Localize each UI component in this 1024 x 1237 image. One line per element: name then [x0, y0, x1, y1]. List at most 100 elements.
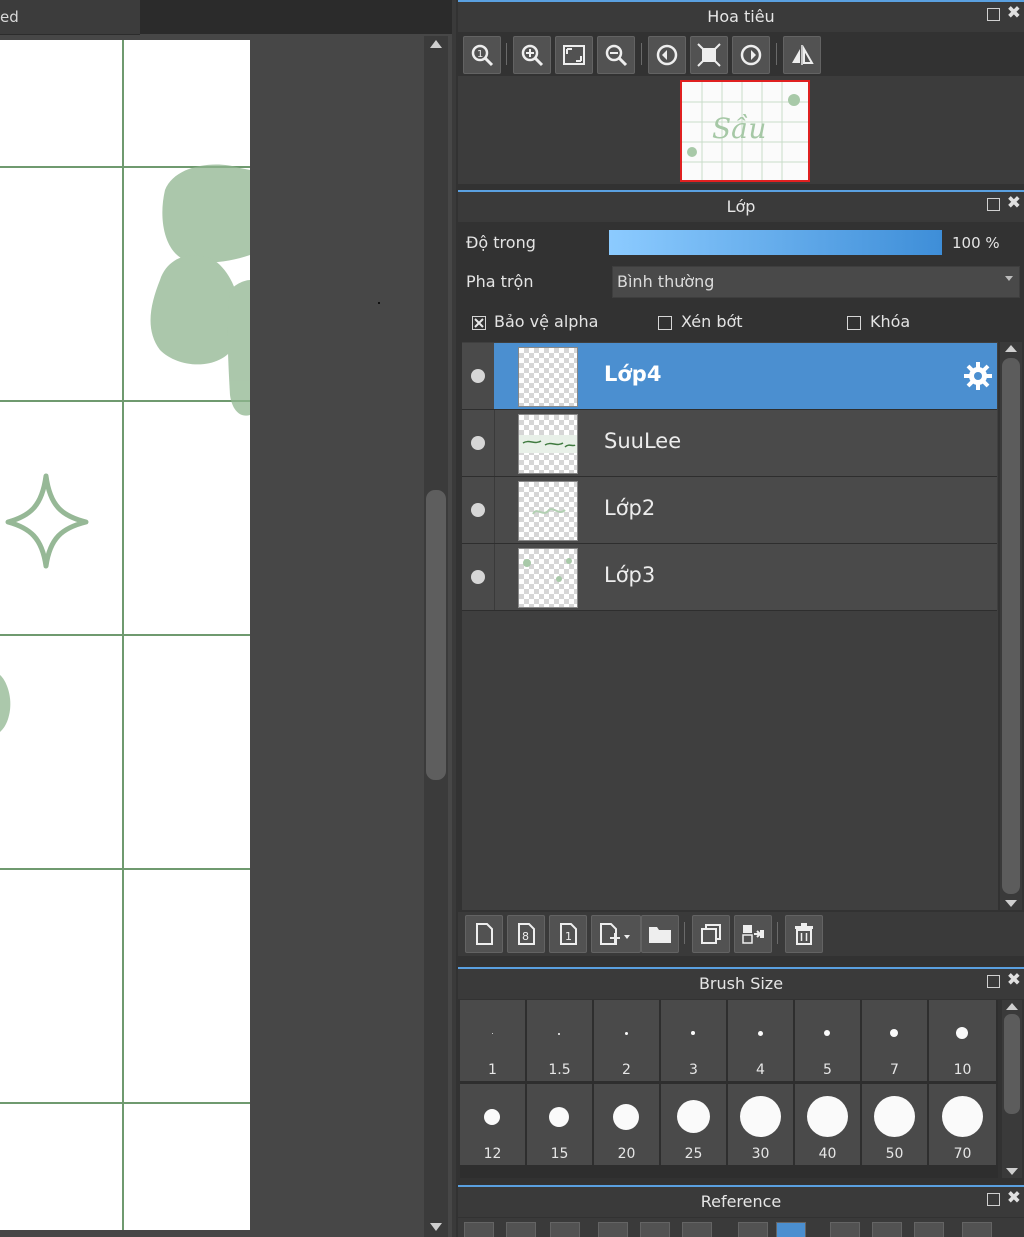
- duplicate-icon: [701, 924, 721, 944]
- rotate-right-button[interactable]: [732, 36, 770, 74]
- layer-strip: [494, 343, 495, 409]
- layer-row[interactable]: Lớp3: [462, 544, 997, 611]
- scroll-up-arrow-icon[interactable]: [1005, 345, 1017, 352]
- zoom-actual-button[interactable]: 1: [463, 36, 501, 74]
- brush-size-cell[interactable]: 5: [795, 1000, 860, 1081]
- brush-size-cell[interactable]: 50: [862, 1084, 927, 1165]
- popout-icon[interactable]: [987, 8, 1000, 21]
- fit-window-button[interactable]: [555, 36, 593, 74]
- zoom-out-button[interactable]: [597, 36, 635, 74]
- brush-size-cell[interactable]: 25: [661, 1084, 726, 1165]
- canvas-artwork: [0, 164, 250, 732]
- new-8bit-layer-icon: 8: [518, 923, 535, 945]
- scroll-up-arrow-icon[interactable]: [430, 40, 442, 48]
- visibility-cell[interactable]: [462, 343, 494, 409]
- layer-list-scroll-thumb[interactable]: [1002, 358, 1020, 894]
- reference-tool-button[interactable]: [682, 1222, 712, 1237]
- add-layer-menu-icon: [600, 923, 630, 945]
- reference-tool-button[interactable]: [598, 1222, 628, 1237]
- folder-icon: [649, 927, 671, 943]
- visibility-icon[interactable]: [471, 436, 485, 450]
- reference-hand-tool-button[interactable]: [776, 1222, 806, 1237]
- new-1bit-layer-button[interactable]: 1: [549, 915, 587, 953]
- canvas-scroll-thumb[interactable]: [426, 490, 446, 780]
- layer-thumbnail-art: [519, 435, 577, 453]
- blend-mode-select[interactable]: Bình thường: [612, 266, 1020, 298]
- brush-size-cell[interactable]: 20: [594, 1084, 659, 1165]
- layer-row[interactable]: Lớp4: [462, 343, 997, 410]
- clipping-checkbox[interactable]: [658, 316, 672, 330]
- new-8bit-layer-button[interactable]: 8: [507, 915, 545, 953]
- scroll-up-arrow-icon[interactable]: [1006, 1003, 1018, 1010]
- brush-size-cell[interactable]: 12: [460, 1084, 525, 1165]
- reference-tool-button[interactable]: [640, 1222, 670, 1237]
- popout-icon[interactable]: [987, 975, 1000, 988]
- new-folder-button[interactable]: [641, 915, 679, 953]
- brush-size-cell[interactable]: 7: [862, 1000, 927, 1081]
- reference-tool-button[interactable]: [830, 1222, 860, 1237]
- close-icon[interactable]: ✖: [1007, 1188, 1021, 1208]
- reset-view-button[interactable]: [690, 36, 728, 74]
- brush-size-cell[interactable]: 4: [728, 1000, 793, 1081]
- merge-down-icon: [742, 925, 764, 944]
- brush-size-label: 1.5: [548, 1062, 571, 1078]
- duplicate-layer-button[interactable]: [692, 915, 730, 953]
- rotate-right-icon: [740, 44, 762, 66]
- protect-alpha-checkbox[interactable]: [472, 316, 486, 330]
- layer-name: Lớp4: [604, 362, 662, 386]
- brush-size-title: Brush Size: [698, 974, 784, 993]
- brush-size-cell[interactable]: 40: [795, 1084, 860, 1165]
- opacity-value: 100 %: [952, 234, 1000, 252]
- close-icon[interactable]: ✖: [1007, 970, 1021, 990]
- zoom-in-icon: [521, 44, 544, 67]
- lock-checkbox[interactable]: [847, 316, 861, 330]
- new-layer-button[interactable]: [465, 915, 503, 953]
- toolbar-separator: [506, 43, 507, 65]
- rotate-left-button[interactable]: [648, 36, 686, 74]
- brush-size-cell[interactable]: 1.5: [527, 1000, 592, 1081]
- navigator-viewport-frame[interactable]: Sầu: [680, 80, 810, 182]
- gear-icon[interactable]: [963, 361, 993, 391]
- reset-view-icon: [697, 43, 721, 67]
- reference-tool-button[interactable]: [550, 1222, 580, 1237]
- document-tab[interactable]: ed: [0, 0, 140, 35]
- brush-size-cell[interactable]: 1: [460, 1000, 525, 1081]
- brush-size-cell[interactable]: 15: [527, 1084, 592, 1165]
- close-icon[interactable]: ✖: [1007, 193, 1021, 213]
- visibility-icon[interactable]: [471, 570, 485, 584]
- scroll-down-arrow-icon[interactable]: [430, 1223, 442, 1231]
- popout-icon[interactable]: [987, 1193, 1000, 1206]
- flip-horizontal-button[interactable]: [783, 36, 821, 74]
- brush-size-label: 2: [622, 1062, 631, 1078]
- zoom-out-icon: [605, 44, 628, 67]
- layer-row[interactable]: Lớp2: [462, 477, 997, 544]
- reference-tool-button[interactable]: [738, 1222, 768, 1237]
- brush-size-cell[interactable]: 70: [929, 1084, 996, 1165]
- drawing-canvas[interactable]: [0, 40, 250, 1230]
- merge-down-button[interactable]: [734, 915, 772, 953]
- brush-size-scroll-thumb[interactable]: [1004, 1014, 1020, 1114]
- brush-size-label: 30: [751, 1146, 770, 1162]
- zoom-in-button[interactable]: [513, 36, 551, 74]
- brush-size-cell[interactable]: 30: [728, 1084, 793, 1165]
- delete-layer-button[interactable]: [785, 915, 823, 953]
- reference-tool-button[interactable]: [464, 1222, 494, 1237]
- popout-icon[interactable]: [987, 198, 1000, 211]
- brush-size-cell[interactable]: 2: [594, 1000, 659, 1081]
- reference-tool-button[interactable]: [962, 1222, 992, 1237]
- opacity-slider[interactable]: [609, 230, 942, 255]
- reference-tool-button[interactable]: [914, 1222, 944, 1237]
- brush-size-cell[interactable]: 3: [661, 1000, 726, 1081]
- visibility-icon[interactable]: [471, 369, 485, 383]
- rotate-left-icon: [656, 44, 678, 66]
- layer-row[interactable]: SuuLee: [462, 410, 997, 477]
- visibility-icon[interactable]: [471, 503, 485, 517]
- close-icon[interactable]: ✖: [1007, 3, 1021, 23]
- reference-tool-button[interactable]: [506, 1222, 536, 1237]
- add-layer-menu-button[interactable]: [591, 915, 641, 953]
- new-layer-icon: [476, 923, 493, 945]
- brush-size-cell[interactable]: 10: [929, 1000, 996, 1081]
- scroll-down-arrow-icon[interactable]: [1006, 1168, 1018, 1175]
- reference-tool-button[interactable]: [872, 1222, 902, 1237]
- scroll-down-arrow-icon[interactable]: [1005, 900, 1017, 907]
